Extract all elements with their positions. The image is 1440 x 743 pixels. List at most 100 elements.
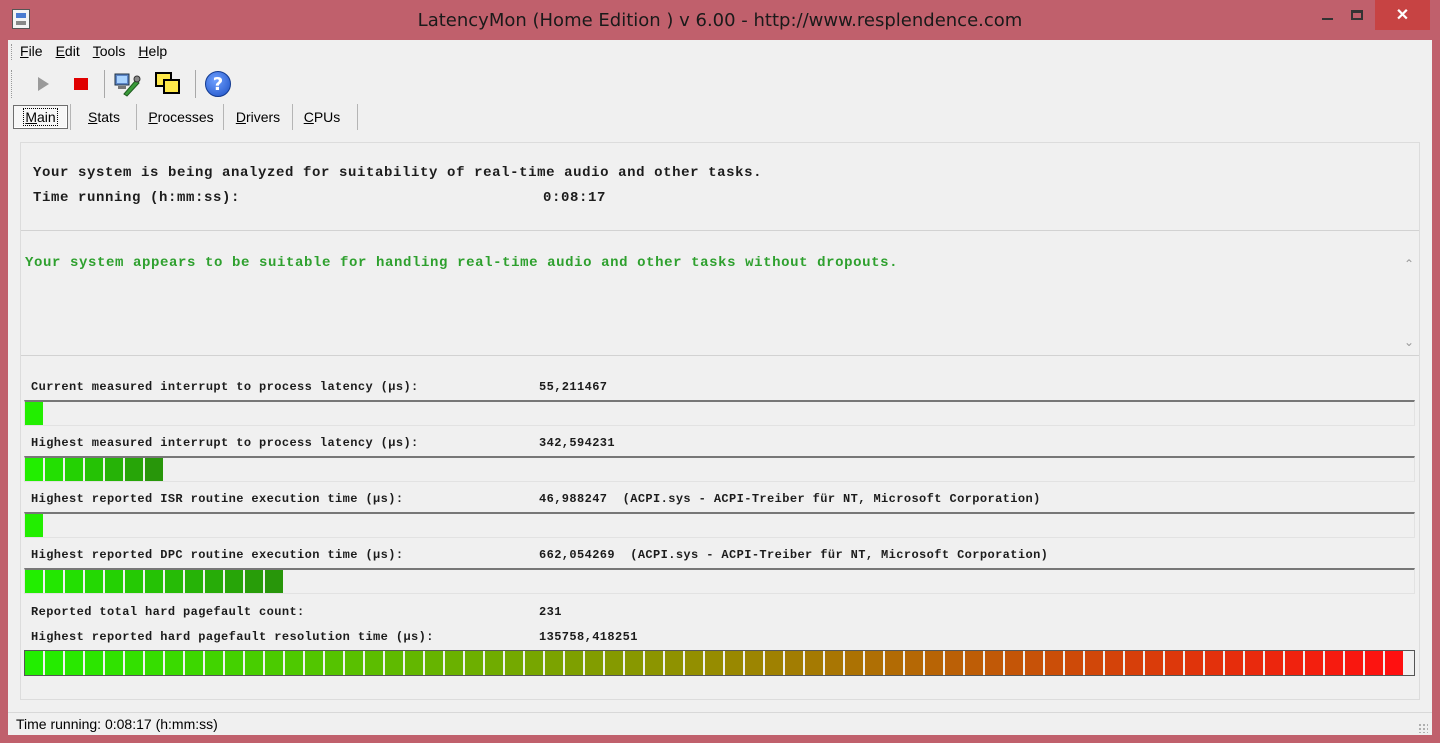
help-button[interactable]: ?	[203, 70, 233, 98]
maximize-button[interactable]	[1340, 0, 1374, 30]
bar-segment	[685, 651, 705, 675]
bar-segment	[245, 651, 265, 675]
bar-segment	[425, 651, 445, 675]
pagefault-time-value: 135758,418251	[539, 630, 638, 644]
menu-file[interactable]: File	[20, 43, 43, 59]
menu-tools[interactable]: Tools	[93, 43, 126, 59]
bar-segment	[205, 651, 225, 675]
bar-segment	[265, 651, 285, 675]
isr-bar	[24, 512, 1415, 538]
bar-segment	[585, 651, 605, 675]
highest-latency-value: 342,594231	[539, 436, 616, 450]
bar-segment	[705, 651, 725, 675]
dpc-bar	[24, 568, 1415, 594]
bar-segment	[45, 570, 65, 593]
bar-segment	[345, 651, 365, 675]
bar-segment	[605, 651, 625, 675]
time-running-value: 0:08:17	[543, 190, 607, 206]
main-panel: Your system is being analyzed for suitab…	[20, 142, 1420, 700]
bar-segment	[965, 651, 985, 675]
bar-segment	[25, 514, 45, 537]
resize-grip-icon[interactable]	[1418, 723, 1428, 733]
overlapping-windows-icon	[155, 72, 180, 94]
bar-segment	[205, 570, 225, 593]
bar-segment	[265, 570, 285, 593]
tab-stats[interactable]: Stats	[74, 105, 134, 129]
divider	[21, 355, 1419, 356]
minimize-button[interactable]	[1310, 0, 1344, 30]
menu-help[interactable]: Help	[138, 43, 167, 59]
bar-segment	[85, 458, 105, 481]
bar-segment	[1125, 651, 1145, 675]
tab-processes[interactable]: Processes	[141, 105, 221, 129]
bar-segment	[465, 651, 485, 675]
pagefault-time-bar	[24, 650, 1415, 676]
time-running-label: Time running (h:mm:ss):	[33, 190, 241, 206]
tab-cpus[interactable]: C PUs	[297, 105, 347, 129]
maximize-icon	[1351, 10, 1363, 20]
bar-segment	[1245, 651, 1265, 675]
bar-segment	[225, 651, 245, 675]
bar-segment	[125, 651, 145, 675]
analysis-header: Your system is being analyzed for suitab…	[33, 165, 763, 181]
highest-latency-label: Highest measured interrupt to process la…	[31, 436, 419, 450]
start-button[interactable]	[28, 70, 58, 98]
bar-segment	[485, 651, 505, 675]
bar-segment	[1145, 651, 1165, 675]
tab-separator	[292, 104, 293, 130]
bar-segment	[1305, 651, 1325, 675]
divider	[21, 230, 1419, 231]
tab-main[interactable]: Main	[13, 105, 68, 129]
bar-segment	[1325, 651, 1345, 675]
tab-separator	[357, 104, 358, 130]
status-text: Time running: 0:08:17 (h:mm:ss)	[16, 716, 218, 732]
highest-latency-bar	[24, 456, 1415, 482]
bar-fill	[25, 651, 1405, 675]
bar-segment	[1005, 651, 1025, 675]
windows-button[interactable]	[153, 70, 183, 98]
dpc-label: Highest reported DPC routine execution t…	[31, 548, 404, 562]
tab-drivers[interactable]: Drivers	[228, 105, 288, 129]
bar-segment	[185, 651, 205, 675]
verdict-text[interactable]: Your system appears to be suitable for h…	[25, 255, 898, 271]
verdict-scrollbar[interactable]: ⌃ ⌄	[1399, 253, 1419, 353]
bar-segment	[85, 570, 105, 593]
client-area: File Edit Tools Help ? Main S tats P roc…	[8, 40, 1432, 735]
scroll-up-icon[interactable]: ⌃	[1399, 257, 1419, 271]
bar-fill	[25, 458, 165, 481]
status-bar: Time running: 0:08:17 (h:mm:ss)	[8, 712, 1432, 736]
bar-segment	[1185, 651, 1205, 675]
bar-segment	[625, 651, 645, 675]
bar-segment	[165, 651, 185, 675]
bar-segment	[85, 651, 105, 675]
stop-icon	[74, 78, 88, 90]
bar-segment	[1285, 651, 1305, 675]
stop-button[interactable]	[66, 70, 96, 98]
close-button[interactable]: ✕	[1375, 0, 1430, 30]
menu-bar: File Edit Tools Help	[8, 40, 1432, 62]
bar-segment	[1065, 651, 1085, 675]
bar-segment	[505, 651, 525, 675]
tab-separator	[223, 104, 224, 130]
bar-segment	[285, 651, 305, 675]
current-latency-value: 55,211467	[539, 380, 608, 394]
bar-segment	[1105, 651, 1125, 675]
bar-segment	[445, 651, 465, 675]
toolbar-grip	[11, 70, 15, 98]
bar-segment	[865, 651, 885, 675]
current-latency-bar	[24, 400, 1415, 426]
bar-segment	[765, 651, 785, 675]
bar-segment	[405, 651, 425, 675]
bar-segment	[65, 570, 85, 593]
scroll-down-icon[interactable]: ⌄	[1399, 335, 1419, 349]
window-title: LatencyMon (Home Edition ) v 6.00 - http…	[417, 10, 1023, 31]
tools-button[interactable]	[112, 70, 142, 98]
bar-segment	[665, 651, 685, 675]
bar-segment	[1045, 651, 1065, 675]
menu-edit[interactable]: Edit	[56, 43, 80, 59]
bar-segment	[45, 458, 65, 481]
bar-segment	[165, 570, 185, 593]
bar-fill	[25, 514, 45, 537]
bar-segment	[885, 651, 905, 675]
title-bar[interactable]: LatencyMon (Home Edition ) v 6.00 - http…	[0, 0, 1440, 40]
